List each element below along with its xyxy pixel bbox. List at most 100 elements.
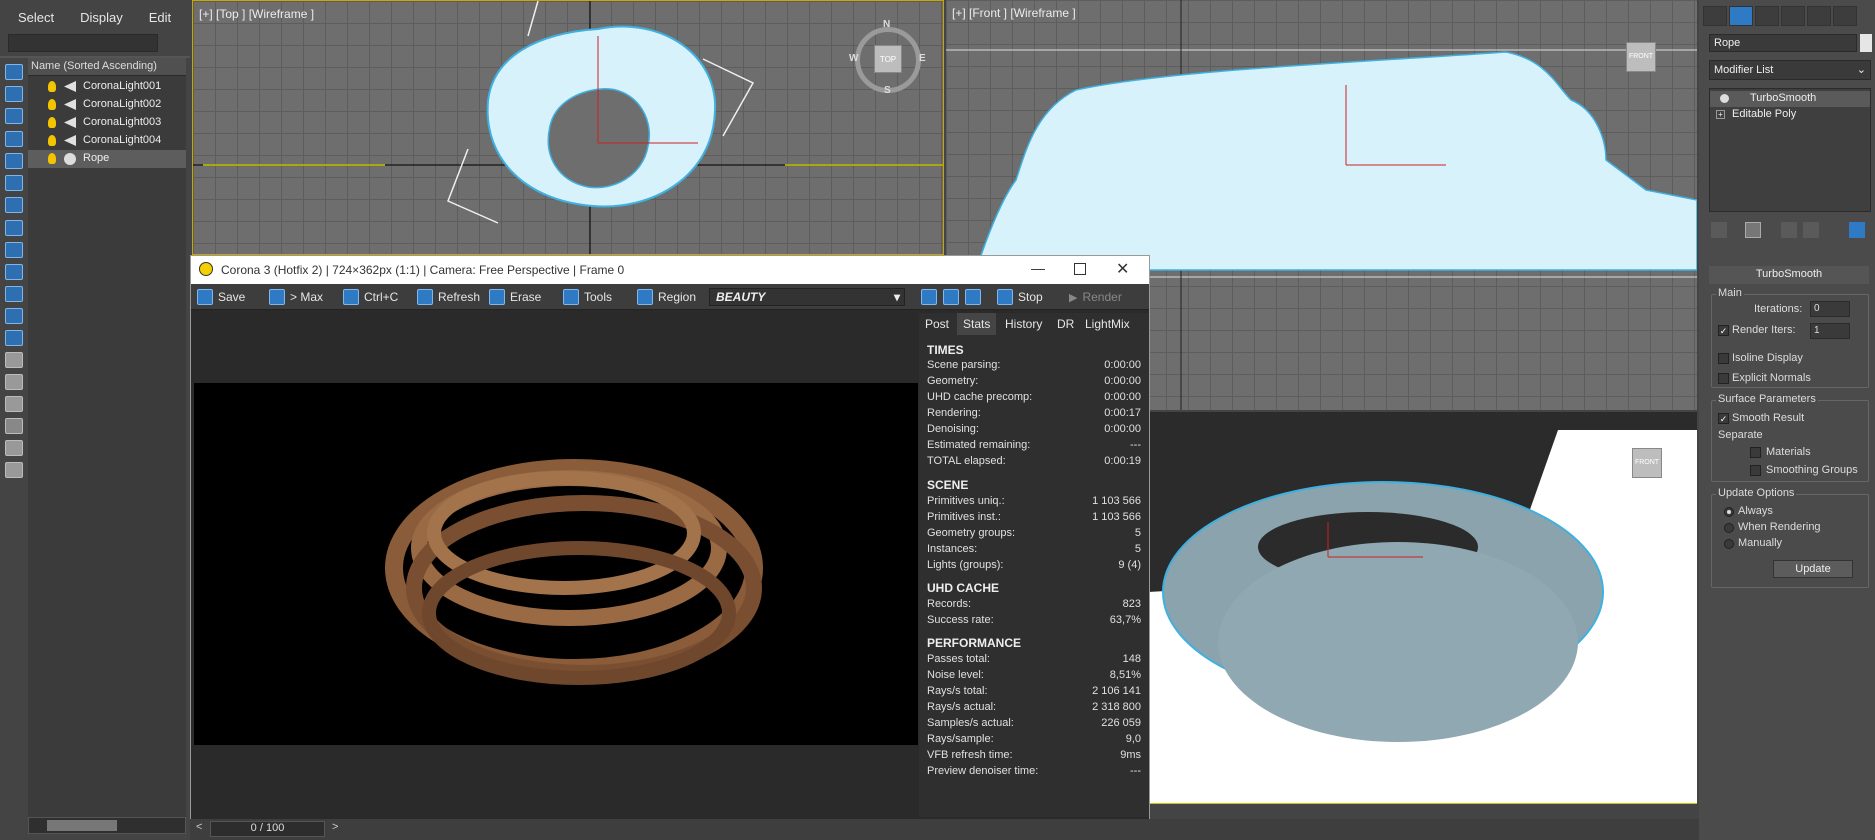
stack-item-editable-poly[interactable]: + Editable Poly bbox=[1710, 107, 1870, 123]
zoom-out-icon[interactable] bbox=[943, 289, 959, 305]
smooth-result-checkbox[interactable]: ✓ bbox=[1718, 413, 1729, 424]
tab-lightmix[interactable]: LightMix bbox=[1079, 313, 1136, 335]
zoom-fit-icon[interactable] bbox=[965, 289, 981, 305]
configure-sets-icon[interactable] bbox=[1849, 222, 1865, 238]
layers-toggle-icon[interactable] bbox=[5, 462, 23, 478]
zoom-in-icon[interactable] bbox=[921, 289, 937, 305]
maximize-icon[interactable] bbox=[1074, 263, 1086, 275]
timeline-prev-icon[interactable]: < bbox=[196, 821, 202, 833]
filter-icon[interactable] bbox=[5, 418, 23, 434]
list-item[interactable]: CoronaLight003 bbox=[28, 114, 186, 132]
remove-modifier-icon[interactable] bbox=[1803, 222, 1819, 238]
display-all-icon[interactable] bbox=[5, 86, 23, 102]
light-bulb-icon[interactable] bbox=[1720, 94, 1729, 103]
light-bulb-icon[interactable] bbox=[48, 117, 56, 128]
explicit-normals-checkbox[interactable] bbox=[1718, 373, 1729, 384]
list-icon[interactable] bbox=[5, 396, 23, 412]
render-button[interactable]: ▶ Render bbox=[1069, 288, 1122, 306]
to-max-button[interactable]: > Max bbox=[269, 288, 323, 306]
list-header[interactable]: Name (Sorted Ascending) bbox=[28, 58, 186, 76]
light-bulb-icon[interactable] bbox=[48, 153, 56, 164]
shapes-filter-icon[interactable] bbox=[5, 131, 23, 147]
tab-dr[interactable]: DR bbox=[1051, 313, 1080, 335]
light-bulb-icon[interactable] bbox=[48, 81, 56, 92]
stop-button[interactable]: Stop bbox=[997, 288, 1043, 306]
display-none-icon[interactable] bbox=[5, 64, 23, 80]
smoothing-groups-checkbox[interactable] bbox=[1750, 465, 1761, 476]
viewport-label-front[interactable]: [+] [Front ] [Wireframe ] bbox=[952, 6, 1076, 20]
object-color-swatch[interactable] bbox=[1860, 34, 1872, 52]
viewcube-top[interactable]: TOP bbox=[874, 45, 902, 73]
modify-tab-icon[interactable] bbox=[1729, 6, 1753, 26]
viewcube-front[interactable]: FRONT bbox=[1626, 42, 1656, 72]
save-button[interactable]: Save bbox=[197, 288, 245, 306]
always-radio[interactable] bbox=[1724, 507, 1734, 517]
light-bulb-icon[interactable] bbox=[48, 135, 56, 146]
display-tab-icon[interactable] bbox=[1807, 6, 1831, 26]
groups-filter-icon[interactable] bbox=[5, 242, 23, 258]
list-item[interactable]: CoronaLight001 bbox=[28, 78, 186, 96]
layer-icon[interactable] bbox=[5, 352, 23, 368]
materials-checkbox[interactable] bbox=[1750, 447, 1761, 458]
tab-history[interactable]: History bbox=[999, 313, 1048, 335]
hierarchy-tab-icon[interactable] bbox=[1755, 6, 1779, 26]
create-tab-icon[interactable] bbox=[1703, 6, 1727, 26]
tab-stats[interactable]: Stats bbox=[957, 313, 997, 335]
explorer-horizontal-scrollbar[interactable] bbox=[28, 817, 186, 834]
rollout-turbosmooth[interactable]: TurboSmooth bbox=[1709, 266, 1869, 284]
render-pass-dropdown[interactable]: BEAUTY ▾ bbox=[709, 288, 905, 306]
scrollbar-thumb[interactable] bbox=[47, 820, 117, 831]
bones-filter-icon[interactable] bbox=[5, 286, 23, 302]
manually-radio[interactable] bbox=[1724, 539, 1734, 549]
menu-display[interactable]: Display bbox=[80, 10, 123, 36]
menu-select[interactable]: Select bbox=[18, 10, 54, 36]
viewport-perspective[interactable]: FRONT bbox=[1148, 412, 1697, 804]
containers-filter-icon[interactable] bbox=[5, 308, 23, 324]
tab-post[interactable]: Post bbox=[919, 313, 955, 335]
object-name-field[interactable]: Rope bbox=[1709, 34, 1857, 52]
render-iters-spinner[interactable]: 1 bbox=[1810, 323, 1850, 339]
isoline-checkbox[interactable] bbox=[1718, 353, 1729, 364]
list-item[interactable]: CoronaLight004 bbox=[28, 132, 186, 150]
viewcube-compass[interactable]: TOP bbox=[855, 27, 921, 93]
render-canvas[interactable] bbox=[194, 313, 918, 817]
iterations-spinner[interactable]: 0 bbox=[1810, 301, 1850, 317]
frame-counter[interactable]: 0 / 100 bbox=[210, 821, 325, 837]
menu-edit[interactable]: Edit bbox=[149, 10, 171, 36]
timeline-next-icon[interactable]: > bbox=[332, 821, 338, 833]
modifier-list-dropdown[interactable]: Modifier List ⌄ bbox=[1709, 60, 1871, 80]
page-icon[interactable] bbox=[5, 374, 23, 390]
xrefs-filter-icon[interactable] bbox=[5, 264, 23, 280]
when-rendering-radio[interactable] bbox=[1724, 523, 1734, 533]
viewport-top[interactable]: [+] [Top ] [Wireframe ] TOP N W E S bbox=[192, 0, 944, 255]
copy-button[interactable]: Ctrl+C bbox=[343, 288, 398, 306]
spacewarps-filter-icon[interactable] bbox=[5, 220, 23, 236]
helpers-filter-icon[interactable] bbox=[5, 197, 23, 213]
lights-filter-icon[interactable] bbox=[5, 153, 23, 169]
utilities-tab-icon[interactable] bbox=[1833, 6, 1857, 26]
region-button[interactable]: Region bbox=[637, 288, 696, 306]
refresh-button[interactable]: Refresh bbox=[417, 288, 480, 306]
motion-tab-icon[interactable] bbox=[1781, 6, 1805, 26]
viewport-label-top[interactable]: [+] [Top ] [Wireframe ] bbox=[199, 7, 314, 21]
explorer-search-input[interactable] bbox=[8, 34, 158, 52]
close-icon[interactable]: ✕ bbox=[1116, 259, 1129, 279]
show-end-result-icon[interactable] bbox=[1745, 222, 1761, 238]
list-item-selected[interactable]: Rope bbox=[28, 150, 186, 168]
erase-button[interactable]: Erase bbox=[489, 288, 541, 306]
frozen-filter-icon[interactable] bbox=[5, 330, 23, 346]
geometry-filter-icon[interactable] bbox=[5, 108, 23, 124]
light-bulb-icon[interactable] bbox=[48, 99, 56, 110]
render-iters-checkbox[interactable]: ✓ bbox=[1718, 325, 1729, 336]
stack-item-turbosmooth[interactable]: TurboSmooth bbox=[1710, 91, 1870, 107]
tools-button[interactable]: Tools bbox=[563, 288, 612, 306]
list-item[interactable]: CoronaLight002 bbox=[28, 96, 186, 114]
pin-stack-icon[interactable] bbox=[1711, 222, 1727, 238]
viewcube-perspective[interactable]: FRONT bbox=[1632, 448, 1662, 478]
make-unique-icon[interactable] bbox=[1781, 222, 1797, 238]
update-button[interactable]: Update bbox=[1773, 560, 1853, 578]
hierarchy-icon[interactable] bbox=[5, 440, 23, 456]
minimize-icon[interactable]: — bbox=[1031, 260, 1045, 276]
cameras-filter-icon[interactable] bbox=[5, 175, 23, 191]
expand-plus-icon[interactable]: + bbox=[1716, 110, 1725, 119]
